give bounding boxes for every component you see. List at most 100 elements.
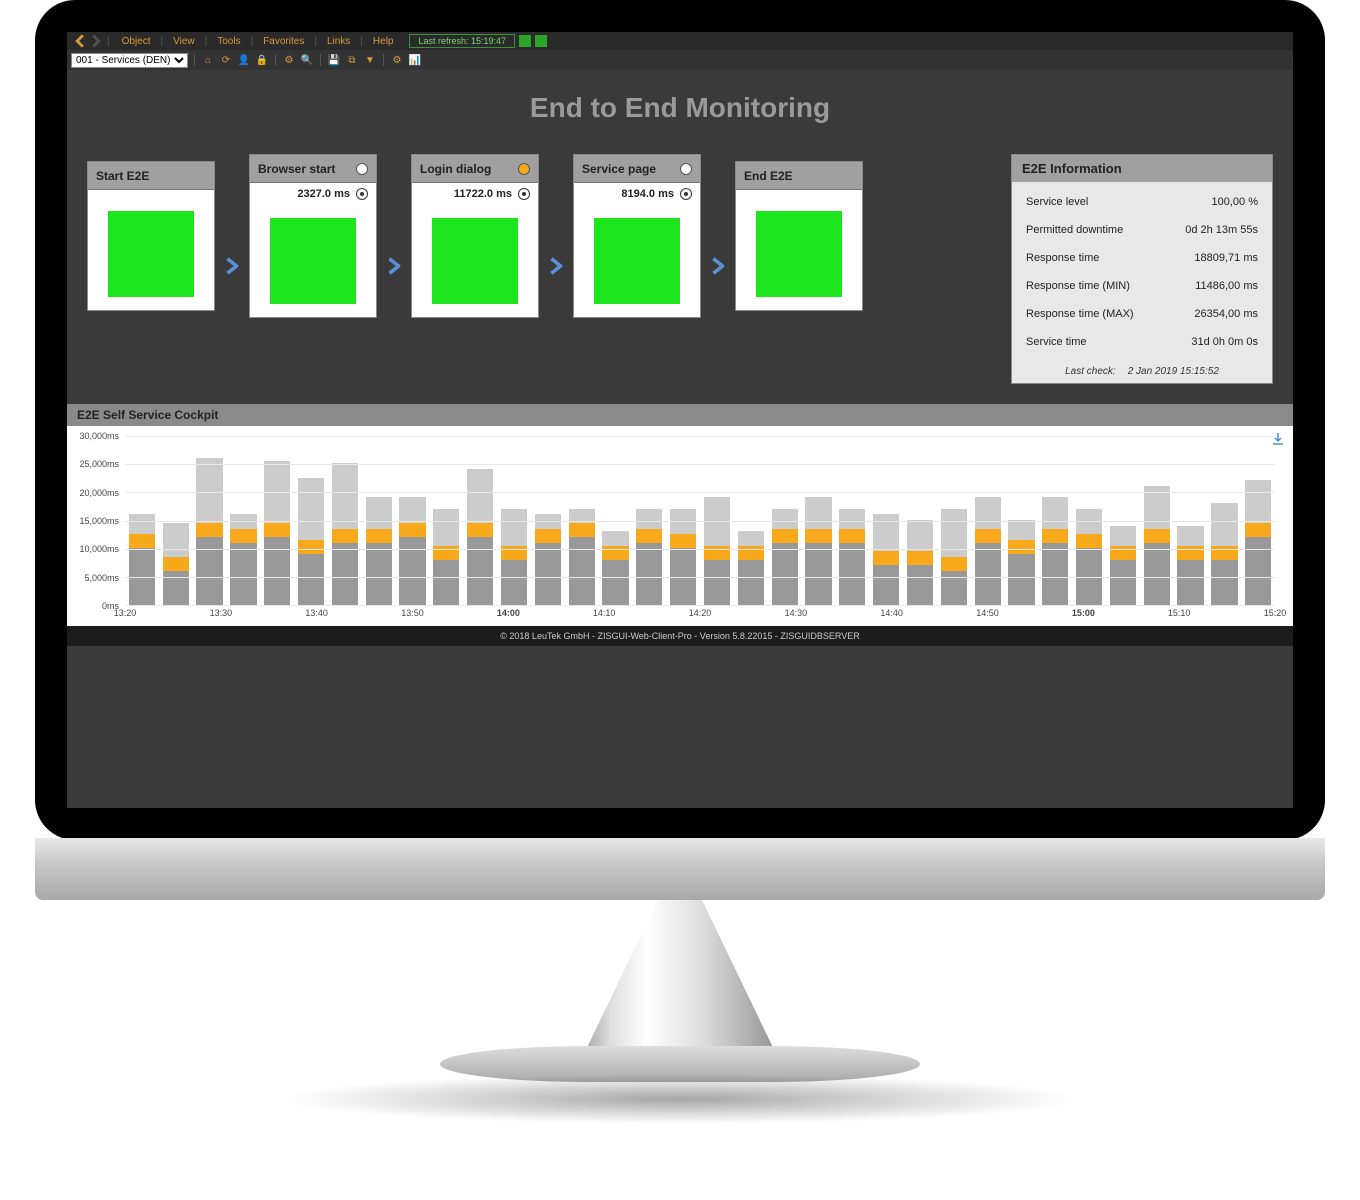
bar-column (903, 520, 937, 605)
bar-column (1241, 480, 1275, 605)
flow-step[interactable]: End E2E (735, 161, 863, 311)
step-metric: 11722.0 ms (454, 188, 512, 200)
eye-icon[interactable] (356, 188, 368, 200)
x-tick-label: 15:10 (1168, 608, 1191, 618)
bar-column (869, 514, 903, 605)
bar-column (463, 469, 497, 605)
filter-icon[interactable]: ▼ (363, 53, 377, 67)
menu-help[interactable]: Help (365, 36, 402, 47)
gear-icon[interactable]: ⚙ (282, 53, 296, 67)
flow-arrow-icon (221, 255, 243, 277)
status-ok-box (756, 211, 842, 297)
menu-links[interactable]: Links (319, 36, 358, 47)
x-tick-label: 14:30 (785, 608, 808, 618)
step-metric: 8194.0 ms (621, 188, 674, 200)
bar-column (666, 509, 700, 605)
bar-column (937, 509, 971, 605)
info-panel: E2E Information Service level100,00 %Per… (1011, 154, 1273, 384)
step-metric: 2327.0 ms (297, 188, 350, 200)
info-value: 26354,00 ms (1194, 308, 1258, 320)
info-value: 31d 0h 0m 0s (1191, 336, 1258, 348)
info-row: Response time (MIN) 11486,00 ms (1012, 272, 1272, 300)
info-row: Service level100,00 % (1012, 188, 1272, 216)
info-key: Response time (MIN) (1026, 280, 1130, 292)
status-ok-box (108, 211, 194, 297)
bar-column (159, 523, 193, 605)
refresh-icon[interactable]: ⟳ (219, 53, 233, 67)
bar-column (226, 514, 260, 605)
menu-view[interactable]: View (165, 36, 203, 47)
bar-column (1038, 497, 1072, 605)
chart-title: E2E Self Service Cockpit (67, 404, 1293, 426)
flow-step[interactable]: Browser start 2327.0 ms (249, 154, 377, 318)
bar-column (396, 497, 430, 605)
x-tick-label: 15:00 (1072, 608, 1095, 618)
search-icon[interactable]: 🔍 (300, 53, 314, 67)
status-ok-icon (519, 35, 531, 47)
x-tick-label: 14:50 (976, 608, 999, 618)
bar-column (971, 497, 1005, 605)
bar-column (260, 461, 294, 605)
info-row: Response time18809,71 ms (1012, 244, 1272, 272)
step-label: Service page (582, 162, 656, 176)
copy-icon[interactable]: ⧉ (345, 53, 359, 67)
chart-section: E2E Self Service Cockpit 0ms5,000ms10,00… (67, 404, 1293, 626)
y-tick-label: 30,000ms (67, 431, 119, 441)
x-tick-label: 13:30 (210, 608, 233, 618)
status-ok-icon (535, 35, 547, 47)
info-key: Service level (1026, 196, 1088, 208)
step-label: Browser start (258, 162, 335, 176)
flow-step[interactable]: Service page 8194.0 ms (573, 154, 701, 318)
main-panel: End to End Monitoring Start E2EBrowser s… (67, 70, 1293, 808)
chart-icon[interactable]: 📊 (408, 53, 422, 67)
info-key: Permitted downtime (1026, 224, 1123, 236)
menu-object[interactable]: Object (114, 36, 159, 47)
service-selector[interactable]: 001 - Services (DEN) (71, 53, 188, 68)
info-value: 18809,71 ms (1194, 252, 1258, 264)
user-icon[interactable]: 👤 (237, 53, 251, 67)
toolbar: 001 - Services (DEN) ⌂ ⟳ 👤 🔒 ⚙ 🔍 💾 ⧉ ▼ ⚙… (67, 50, 1293, 70)
x-tick-label: 14:00 (497, 608, 520, 618)
info-last-check: Last check: 2 Jan 2019 15:15:52 (1012, 362, 1272, 383)
info-key: Service time (1026, 336, 1087, 348)
lock-icon[interactable]: 🔒 (255, 53, 269, 67)
menu-favorites[interactable]: Favorites (255, 36, 312, 47)
x-tick-label: 14:20 (689, 608, 712, 618)
x-tick-label: 14:10 (593, 608, 616, 618)
y-tick-label: 25,000ms (67, 459, 119, 469)
status-indicator-icon (356, 163, 368, 175)
flow-step[interactable]: Start E2E (87, 161, 215, 311)
bar-column (1140, 486, 1174, 605)
eye-icon[interactable] (518, 188, 530, 200)
home-icon[interactable]: ⌂ (201, 53, 215, 67)
menu-tools[interactable]: Tools (209, 36, 248, 47)
flow-step[interactable]: Login dialog11722.0 ms (411, 154, 539, 318)
info-value: 11486,00 ms (1195, 280, 1258, 292)
bar-column (565, 509, 599, 605)
settings-icon[interactable]: ⚙ (390, 53, 404, 67)
bar-column (632, 509, 666, 605)
bar-column (734, 531, 768, 605)
info-value: 0d 2h 13m 55s (1185, 224, 1258, 236)
bar-column (1005, 520, 1039, 605)
bar-column (1106, 526, 1140, 605)
bar-column (497, 509, 531, 605)
step-label: Start E2E (96, 169, 149, 183)
x-tick-label: 13:50 (401, 608, 424, 618)
status-indicator-icon (518, 163, 530, 175)
nav-forward-icon[interactable] (89, 34, 103, 48)
save-icon[interactable]: 💾 (327, 53, 341, 67)
nav-back-icon[interactable] (73, 34, 87, 48)
footer-text: © 2018 LeuTek GmbH - ZISGUI-Web-Client-P… (67, 626, 1293, 646)
eye-icon[interactable] (680, 188, 692, 200)
monitor-chin (35, 838, 1325, 900)
bar-column (328, 463, 362, 605)
bar-column (1174, 526, 1208, 605)
last-refresh-indicator: Last refresh: 15:19:47 (409, 34, 515, 48)
bar-column (700, 497, 734, 605)
info-header: E2E Information (1012, 155, 1272, 182)
info-row: Permitted downtime 0d 2h 13m 55s (1012, 216, 1272, 244)
x-tick-label: 14:40 (880, 608, 903, 618)
status-indicator-icon (680, 163, 692, 175)
bar-column (429, 509, 463, 605)
